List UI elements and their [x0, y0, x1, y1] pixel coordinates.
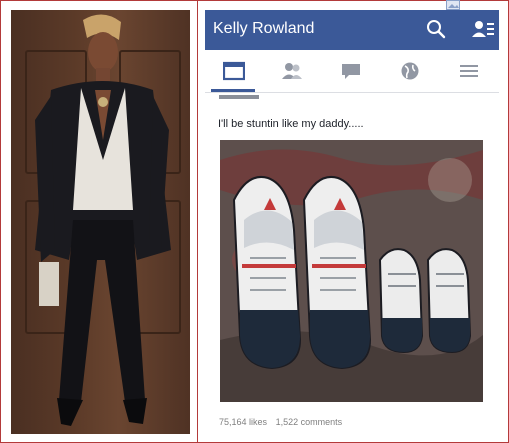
post-photo[interactable]: [220, 140, 483, 402]
top-bar: Kelly Rowland: [205, 10, 499, 50]
tab-friends[interactable]: [263, 50, 321, 92]
app-screen: Kelly Rowland I'll be stuntin like my da…: [205, 10, 499, 434]
menu-icon: [460, 65, 478, 77]
tab-bar: [205, 50, 499, 93]
comments-count[interactable]: 1,522 comments: [276, 417, 343, 427]
tab-news-feed[interactable]: [205, 50, 263, 92]
sneakers-photo: [220, 140, 483, 402]
image-icon: [446, 0, 460, 10]
divider: [197, 0, 198, 443]
news-feed-icon: [223, 61, 245, 81]
tab-notifications[interactable]: [381, 50, 439, 92]
active-tab-indicator: [211, 89, 255, 92]
likes-count[interactable]: 75,164 likes: [219, 417, 267, 427]
messages-icon: [342, 64, 360, 79]
person-photo: [11, 10, 190, 434]
friend-requests-icon[interactable]: [471, 19, 495, 39]
globe-icon: [401, 62, 419, 80]
search-icon[interactable]: [426, 19, 446, 39]
person-figure: [35, 14, 171, 426]
tab-menu[interactable]: [440, 50, 498, 92]
post-text: I'll be stuntin like my daddy.....: [218, 118, 364, 130]
friends-icon: [282, 63, 302, 79]
post-card: I'll be stuntin like my daddy..... 75,16…: [205, 93, 499, 434]
post-header-partial: [219, 95, 259, 99]
page-title: Kelly Rowland: [213, 20, 315, 37]
post-stats: 75,164 likes 1,522 comments: [219, 417, 348, 427]
tab-messages[interactable]: [322, 50, 380, 92]
news-feed: I'll be stuntin like my daddy..... 75,16…: [205, 93, 499, 434]
